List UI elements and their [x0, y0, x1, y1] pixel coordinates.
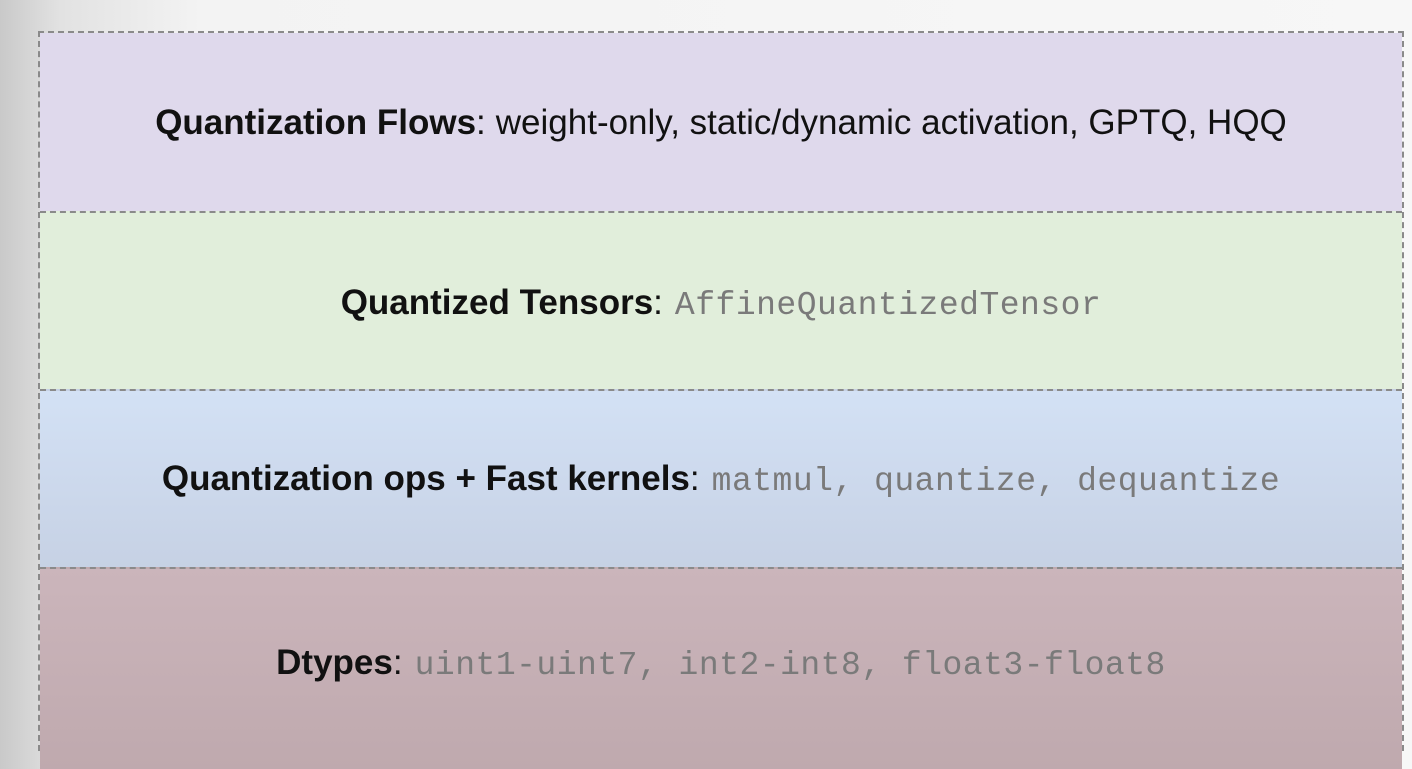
layer-detail: matmul, quantize, dequantize: [711, 462, 1281, 500]
layer-detail: uint1-uint7, int2-int8, float3-float8: [414, 646, 1166, 684]
layer-title: Quantization Flows: [155, 103, 477, 142]
layer-dtypes: Dtypes: uint1-uint7, int2-int8, float3-fl…: [40, 567, 1402, 769]
layer-stack-diagram: Quantization Flows: weight-only, static/d…: [38, 31, 1404, 769]
layer-separator: :: [392, 642, 403, 682]
layer-title: Dtypes: [276, 642, 393, 682]
layer-quantization-ops: Quantization ops + Fast kernels: matmul, …: [40, 389, 1402, 569]
layer-content: Quantization Flows: weight-only, static/d…: [155, 103, 1287, 143]
layer-quantization-flows: Quantization Flows: weight-only, static/d…: [40, 33, 1402, 211]
layer-separator: :: [476, 103, 486, 142]
layer-detail: weight-only, static/dynamic activation, …: [495, 103, 1287, 142]
layer-content: Quantization ops + Fast kernels: matmul, …: [162, 459, 1280, 500]
layer-content: Quantized Tensors: AffineQuantizedTensor: [341, 283, 1102, 324]
layer-separator: :: [653, 282, 663, 322]
layer-detail: AffineQuantizedTensor: [674, 286, 1102, 324]
layer-title: Quantized Tensors: [340, 282, 654, 322]
layer-content: Dtypes: uint1-uint7, int2-int8, float3-fl…: [276, 643, 1166, 684]
layer-title: Quantization ops + Fast kernels: [161, 458, 690, 498]
layer-quantized-tensors: Quantized Tensors: AffineQuantizedTensor: [40, 211, 1402, 391]
layer-separator: :: [689, 458, 700, 498]
